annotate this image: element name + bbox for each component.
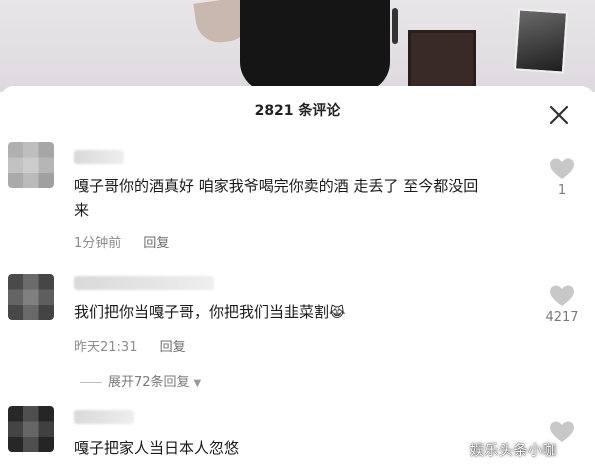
- video-door-shape: [408, 30, 476, 92]
- divider-dash: [80, 382, 102, 383]
- comment-time: 昨天21:31: [74, 340, 138, 355]
- username-redacted: [74, 410, 134, 424]
- expand-replies-label: 展开72条回复: [108, 375, 190, 390]
- like-count: 4217: [545, 310, 579, 325]
- comment-text-line: 嘎子哥你的酒真好 咱家我爷喝完你卖的酒 走丢了 至今都没回: [74, 177, 479, 195]
- cat-laugh-emoji: 😹: [329, 305, 346, 321]
- comment-time: 1分钟前: [74, 236, 122, 251]
- reply-button[interactable]: 回复: [160, 340, 186, 355]
- comment-meta: 昨天21:31 回复: [74, 336, 186, 355]
- avatar[interactable]: [8, 142, 54, 188]
- expand-replies-button[interactable]: 展开72条回复 ▼: [80, 371, 201, 390]
- avatar[interactable]: [8, 406, 54, 452]
- chevron-down-icon: ▼: [193, 378, 202, 389]
- video-person-shape: [240, 0, 390, 92]
- watermark: 娱乐头条小咖: [470, 443, 557, 459]
- video-mic-shape: [392, 8, 398, 44]
- heart-icon: [550, 158, 574, 179]
- avatar[interactable]: [8, 274, 54, 320]
- heart-icon: [550, 285, 574, 306]
- comment-text: 我们把你当嘎子哥，你把我们当韭菜割😹: [74, 300, 345, 325]
- video-preview: [0, 0, 595, 92]
- close-icon: [549, 105, 569, 125]
- reply-button[interactable]: 回复: [143, 236, 169, 251]
- comment-text-line: 嘎子把家人当日本人忽悠: [74, 439, 240, 457]
- comment-text: 嘎子把家人当日本人忽悠: [74, 436, 239, 460]
- comment-count-title: 2821 条评论: [254, 103, 341, 119]
- like-button[interactable]: 4217: [540, 284, 584, 325]
- username-redacted: [74, 276, 214, 290]
- comment-meta: 1分钟前 回复: [74, 232, 169, 251]
- video-poster-shape: [513, 8, 569, 74]
- comment-text-line: 我们把你当嘎子哥，你把我们当韭菜割: [74, 303, 330, 321]
- like-button[interactable]: 1: [540, 157, 584, 198]
- comment-text-line: 来: [74, 201, 90, 219]
- like-count: 1: [557, 183, 567, 198]
- username-redacted: [74, 150, 124, 164]
- comment-text: 嘎子哥你的酒真好 咱家我爷喝完你卖的酒 走丢了 至今都没回 来: [74, 174, 478, 222]
- close-button[interactable]: [548, 104, 570, 126]
